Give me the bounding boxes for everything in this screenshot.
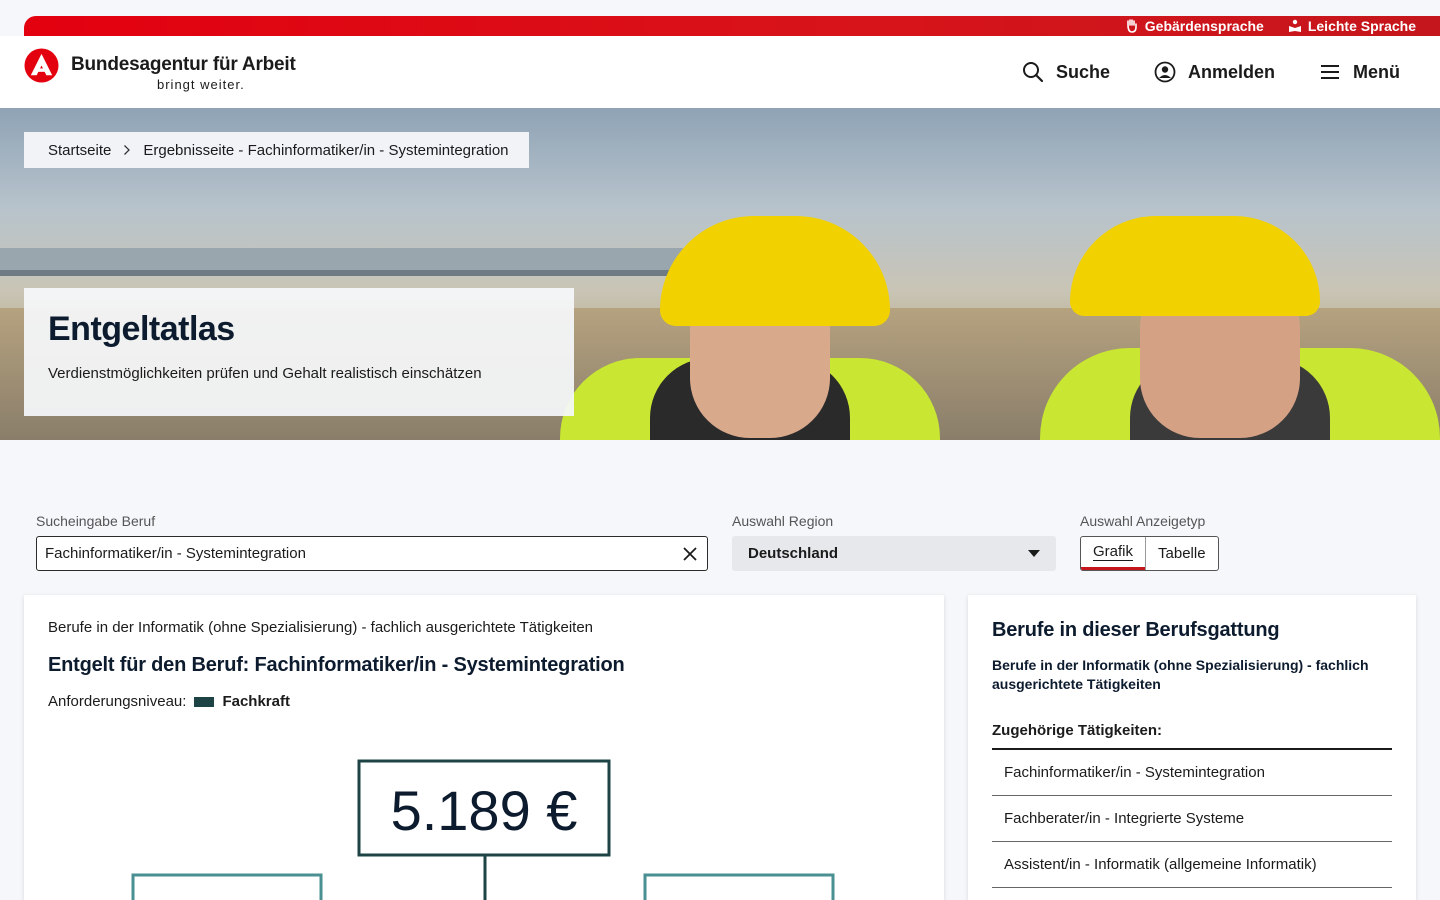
hero-card: Entgeltatlas Verdienstmöglichkeiten prüf… (24, 288, 574, 416)
related-activities-list: Fachinformatiker/in - Systemintegration … (992, 750, 1392, 888)
ba-logo-icon (24, 48, 59, 83)
occupation-search-value[interactable]: Fachinformatiker/in - Systemintegration (45, 545, 681, 562)
hamburger-icon (1321, 65, 1339, 79)
requirement-level: Anforderungsniveau: Fachkraft (48, 693, 920, 710)
display-option-tabelle-label: Tabelle (1158, 545, 1206, 562)
upper-quartile-box (643, 873, 835, 900)
median-value: 5.189 € (391, 779, 578, 842)
easy-language-icon (1288, 19, 1301, 32)
result-title: Entgelt für den Beruf: Fachinformatiker/… (48, 654, 625, 676)
logo-title: Bundesagentur für Arbeit (71, 54, 296, 75)
related-occupations-title: Berufe in dieser Berufsgattung (992, 619, 1280, 641)
easy-language-link[interactable]: Leichte Sprache (1288, 18, 1416, 34)
login-label: Anmelden (1187, 61, 1275, 82)
display-type-label: Auswahl Anzeigetyp (1080, 513, 1206, 529)
region-field-label: Auswahl Region (732, 513, 834, 529)
lower-quartile-box (131, 873, 323, 900)
sign-language-link[interactable]: Gebärdensprache (1125, 18, 1264, 34)
hero-image-bridge (0, 248, 760, 270)
breadcrumb: Startseite Ergebnisseite - Fachinformati… (24, 132, 529, 168)
clear-icon[interactable] (681, 545, 699, 563)
easy-language-label: Leichte Sprache (1307, 18, 1416, 34)
region-select-value: Deutschland (748, 545, 839, 562)
site-header: Bundesagentur für Arbeit bringt weiter. … (0, 36, 1440, 108)
display-type-toggle: Grafik Tabelle (1080, 536, 1219, 571)
logo-tagline: bringt weiter. (157, 77, 245, 92)
breadcrumb-current[interactable]: Ergebnisseite - Fachinformatiker/in - Sy… (143, 142, 508, 159)
hero-banner: Startseite Ergebnisseite - Fachinformati… (0, 108, 1440, 440)
result-card: Berufe in der Informatik (ohne Spezialis… (24, 595, 944, 900)
breadcrumb-home[interactable]: Startseite (48, 142, 111, 159)
display-option-grafik[interactable]: Grafik (1081, 537, 1146, 570)
search-icon (1022, 62, 1044, 83)
requirement-level-swatch (194, 696, 215, 707)
display-option-grafik-label: Grafik (1093, 543, 1134, 561)
requirement-level-label: Anforderungsniveau: (48, 693, 187, 710)
related-occupations-group: Berufe in der Informatik (ohne Spezialis… (992, 657, 1369, 692)
hero-image-hard-hat (660, 216, 890, 326)
hero-image-hard-hat-2 (1070, 216, 1320, 316)
chevron-right-icon (124, 145, 131, 155)
salary-chart: 5.189 € (131, 759, 835, 900)
occupation-search-input[interactable]: Fachinformatiker/in - Systemintegration (36, 536, 708, 571)
related-occupations-card: Berufe in dieser Berufsgattung Berufe in… (968, 595, 1416, 900)
list-item[interactable]: Fachinformatiker/in - Systemintegration (992, 750, 1392, 796)
hero-image-bridge-shadow (0, 270, 760, 276)
user-icon (1154, 61, 1176, 83)
caret-down-icon (1028, 550, 1040, 557)
search-label: Suche (1055, 61, 1110, 82)
occupation-group: Berufe in der Informatik (ohne Spezialis… (48, 619, 594, 636)
list-item[interactable]: Assistent/in - Informatik (allgemeine In… (992, 842, 1392, 888)
display-option-tabelle[interactable]: Tabelle (1145, 537, 1218, 570)
logo[interactable]: Bundesagentur für Arbeit bringt weiter. (24, 48, 296, 92)
menu-button[interactable]: Menü (1319, 61, 1400, 83)
related-activities-heading: Zugehörige Tätigkeiten: (992, 722, 1392, 750)
sign-language-label: Gebärdensprache (1144, 18, 1264, 34)
page-subtitle: Verdienstmöglichkeiten prüfen und Gehalt… (48, 365, 482, 382)
hand-icon (1126, 19, 1137, 33)
region-select[interactable]: Deutschland (732, 536, 1056, 571)
utility-bar: Gebärdensprache Leichte Sprache (24, 16, 1440, 36)
page-title: Entgeltatlas (48, 310, 235, 348)
header-nav: Suche Anmelden Menü (1022, 36, 1400, 108)
search-button[interactable]: Suche (1022, 61, 1110, 83)
search-field-label: Sucheingabe Beruf (36, 513, 156, 529)
list-item[interactable]: Fachberater/in - Integrierte Systeme (992, 796, 1392, 842)
requirement-level-value: Fachkraft (222, 693, 290, 710)
login-button[interactable]: Anmelden (1154, 61, 1275, 83)
menu-label: Menü (1353, 61, 1400, 82)
